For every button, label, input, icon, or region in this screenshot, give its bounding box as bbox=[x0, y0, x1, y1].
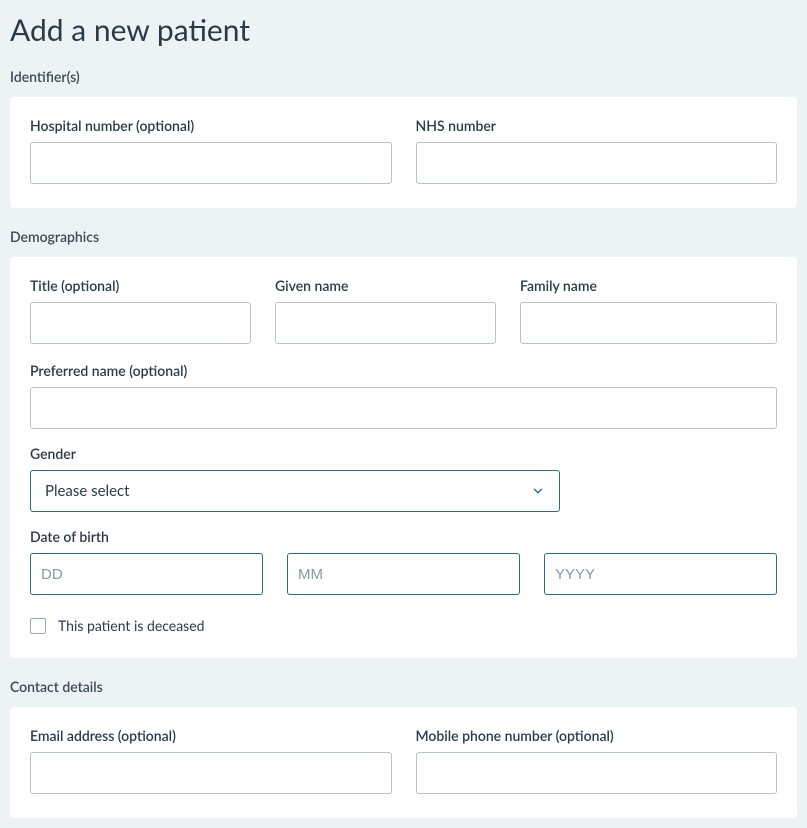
contact-heading: Contact details bbox=[10, 678, 797, 695]
family-name-label: Family name bbox=[520, 277, 777, 294]
gender-select-value: Please select bbox=[45, 482, 130, 500]
email-input[interactable] bbox=[30, 752, 392, 794]
page-title: Add a new patient bbox=[10, 12, 797, 48]
chevron-down-icon bbox=[531, 484, 545, 498]
dob-label: Date of birth bbox=[30, 528, 777, 545]
deceased-checkbox[interactable] bbox=[30, 618, 46, 634]
given-name-input[interactable] bbox=[275, 302, 496, 344]
identifiers-heading: Identifier(s) bbox=[10, 68, 797, 85]
contact-card: Email address (optional) Mobile phone nu… bbox=[10, 707, 797, 818]
title-input[interactable] bbox=[30, 302, 251, 344]
hospital-number-label: Hospital number (optional) bbox=[30, 117, 392, 134]
given-name-label: Given name bbox=[275, 277, 496, 294]
email-label: Email address (optional) bbox=[30, 727, 392, 744]
preferred-name-label: Preferred name (optional) bbox=[30, 362, 777, 379]
family-name-input[interactable] bbox=[520, 302, 777, 344]
dob-month-input[interactable] bbox=[287, 553, 520, 595]
demographics-card: Title (optional) Given name Family name … bbox=[10, 257, 797, 658]
gender-label: Gender bbox=[30, 445, 777, 462]
title-label: Title (optional) bbox=[30, 277, 251, 294]
mobile-input[interactable] bbox=[416, 752, 778, 794]
preferred-name-input[interactable] bbox=[30, 387, 777, 429]
deceased-label: This patient is deceased bbox=[58, 617, 204, 634]
gender-select[interactable]: Please select bbox=[30, 470, 560, 512]
dob-year-input[interactable] bbox=[544, 553, 777, 595]
demographics-heading: Demographics bbox=[10, 228, 797, 245]
mobile-label: Mobile phone number (optional) bbox=[416, 727, 778, 744]
hospital-number-input[interactable] bbox=[30, 142, 392, 184]
nhs-number-input[interactable] bbox=[416, 142, 778, 184]
dob-day-input[interactable] bbox=[30, 553, 263, 595]
nhs-number-label: NHS number bbox=[416, 117, 778, 134]
identifiers-card: Hospital number (optional) NHS number bbox=[10, 97, 797, 208]
